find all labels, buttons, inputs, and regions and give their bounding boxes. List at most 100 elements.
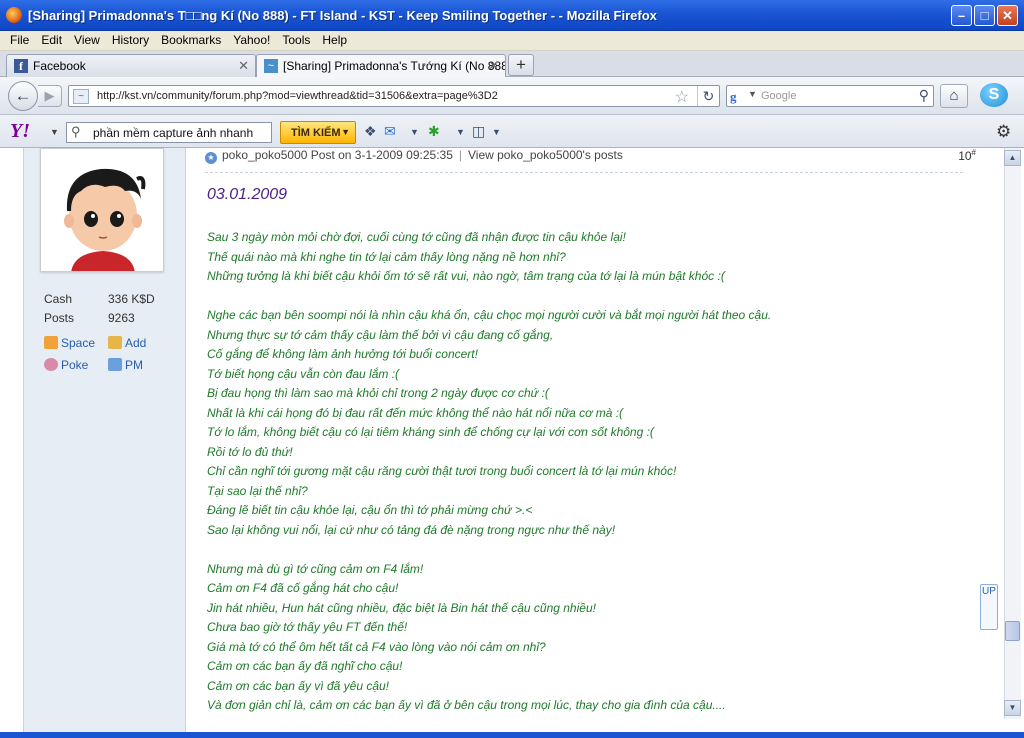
post-line: Chưa bao giờ tớ thấy yêu FT đến thế!: [207, 620, 408, 634]
tab-kst-thread[interactable]: ~ [Sharing] Primadonna's Tướng Kí (No 88…: [256, 54, 506, 78]
chevron-down-icon[interactable]: ▼: [456, 127, 465, 145]
post-line: Thế quái nào mà khi nghe tin tớ lại cảm …: [207, 249, 566, 264]
poke-link[interactable]: Poke: [44, 358, 88, 372]
avatar[interactable]: [40, 148, 164, 272]
menu-edit[interactable]: Edit: [35, 31, 68, 47]
yahoo-search-button[interactable]: TÌM KIẾM ▼: [280, 121, 356, 144]
firefox-logo-icon: [6, 7, 22, 23]
floor-suffix: #: [971, 148, 976, 157]
pm-link[interactable]: PM: [108, 358, 143, 372]
scrollbar-thumb[interactable]: [1005, 621, 1020, 641]
post-line: Cảm ơn các bạn ấy đã nghĩ cho cậu!: [207, 659, 403, 673]
tab-close-icon[interactable]: ✕: [488, 58, 499, 74]
chevron-down-icon[interactable]: ▼: [341, 127, 350, 137]
menu-yahoo[interactable]: Yahoo!: [227, 31, 276, 47]
maximize-button[interactable]: □: [974, 5, 995, 26]
home-icon[interactable]: ⌂: [940, 84, 968, 108]
separator-icon: ❖: [364, 123, 377, 139]
forward-arrow-icon[interactable]: ▶: [38, 85, 62, 107]
tab-bar: f Facebook ✕ ~ [Sharing] Primadonna's Tư…: [0, 51, 1024, 78]
avatar-illustration: [41, 149, 163, 271]
handshake-icon: [108, 336, 122, 349]
chevron-down-icon[interactable]: ▼: [748, 89, 757, 99]
post-author-sidebar: Cash 336 K$D Posts 9263 Space Add Poke P…: [24, 148, 186, 738]
post-date-heading: 03.01.2009: [207, 186, 288, 203]
gear-icon[interactable]: ⚙: [996, 122, 1011, 142]
cash-label: Cash: [44, 292, 73, 306]
post-line: Cảm ơn các bạn ấy vì đã yêu cậu!: [207, 678, 390, 693]
online-status-icon: ★: [205, 152, 217, 164]
search-input[interactable]: Google: [761, 90, 796, 102]
web-search-bar[interactable]: g ▼ Google ⚲: [726, 85, 934, 107]
menu-help[interactable]: Help: [316, 31, 353, 47]
post-line: Và đơn giản chỉ là, cảm ơn các bạn ấy vì…: [207, 698, 726, 712]
google-icon[interactable]: g: [730, 89, 748, 104]
post-line: Những tưởng là khi biết cậu khỏi ốm tớ s…: [207, 269, 725, 283]
home-icon: [44, 336, 58, 349]
menu-view[interactable]: View: [68, 31, 106, 47]
magnifier-icon: ⚲: [71, 124, 81, 139]
space-link[interactable]: Space: [44, 336, 95, 350]
kst-site-icon: ~: [73, 89, 89, 104]
view-author-posts-link[interactable]: View poko_poko5000's posts: [468, 148, 623, 162]
menu-file[interactable]: File: [0, 31, 35, 47]
poke-label: Poke: [61, 358, 89, 372]
yahoo-logo-icon[interactable]: Y!: [10, 120, 30, 143]
add-label: Add: [125, 336, 147, 350]
poke-icon: [44, 358, 58, 371]
messenger-icon[interactable]: ✱: [428, 123, 440, 141]
url-text[interactable]: http://kst.vn/community/forum.php?mod=vi…: [97, 90, 498, 102]
tab-close-icon[interactable]: ✕: [238, 58, 249, 74]
skype-icon[interactable]: S: [978, 81, 1012, 111]
header-divider: |: [458, 148, 462, 162]
post-body: ★ poko_poko5000 Post on 3-1-2009 09:25:35…: [187, 148, 978, 738]
post-floor-number: 10#: [958, 148, 976, 163]
magnifier-icon[interactable]: ⚲: [919, 87, 929, 104]
post-line: Tớ lo lắm, không biết cậu có lại tiêm kh…: [207, 425, 654, 439]
post-timestamp: Post on 3-1-2009 09:25:35: [310, 148, 453, 162]
kst-site-icon: ~: [264, 59, 278, 73]
close-button[interactable]: ✕: [997, 5, 1018, 26]
window-title: [Sharing] Primadonna's T□□ng Kí (No 888)…: [28, 8, 657, 23]
yahoo-search-value[interactable]: phần mềm capture ảnh nhanh: [93, 126, 253, 140]
tab-facebook[interactable]: f Facebook ✕: [6, 54, 256, 77]
menu-tools[interactable]: Tools: [276, 31, 316, 47]
post-line: Tại sao lại thế nhỉ?: [207, 483, 308, 498]
cash-value: 336 K$D: [108, 292, 155, 306]
post-line: Bị đau họng thì làm sao mà khỏi chỉ tron…: [207, 386, 549, 400]
bookmark-star-icon[interactable]: ☆: [675, 87, 689, 107]
bookmarks-icon[interactable]: ◫: [472, 123, 485, 141]
post-author-link[interactable]: poko_poko5000: [222, 148, 307, 162]
post-line: Cảm ơn F4 đã cố gắng hát cho cậu!: [207, 581, 399, 595]
reload-icon[interactable]: ↻: [697, 86, 719, 106]
post-line: Sau 3 ngày mòn mỏi chờ đợi, cuối cùng tớ…: [207, 230, 626, 244]
url-bar[interactable]: ~ http://kst.vn/community/forum.php?mod=…: [68, 85, 720, 107]
back-arrow-icon[interactable]: ←: [8, 81, 38, 111]
space-label: Space: [61, 336, 96, 350]
post-text: Sau 3 ngày mòn mỏi chờ đợi, cuối cùng tớ…: [207, 228, 967, 716]
chevron-down-icon[interactable]: ▼: [410, 127, 419, 145]
yahoo-toolbar: Y! ▼ ⚲ phần mềm capture ảnh nhanh TÌM KI…: [0, 115, 1024, 148]
new-tab-button[interactable]: +: [508, 54, 534, 76]
post-line: Nhưng thực sự tớ cảm thấy cậu làm thế bở…: [207, 327, 554, 342]
post-line: Jin hát nhiều, Hun hát cũng nhiều, đặc b…: [207, 600, 596, 615]
chevron-down-icon[interactable]: ▼: [50, 127, 59, 137]
add-friend-link[interactable]: Add: [108, 336, 146, 350]
minimize-button[interactable]: –: [951, 5, 972, 26]
floor-number: 10: [958, 149, 972, 163]
page-margin: [0, 148, 24, 738]
scroll-up-arrow-icon[interactable]: ▲: [1004, 150, 1021, 166]
window-bottom-border: [0, 732, 1024, 738]
menu-history[interactable]: History: [106, 31, 155, 47]
mail-icon[interactable]: ✉: [384, 123, 396, 141]
header-divider-line: [205, 172, 963, 173]
back-to-top-button[interactable]: UP: [980, 584, 998, 630]
post-line: Nghe các bạn bên soompi nói là nhìn cậu …: [207, 308, 772, 322]
scroll-down-arrow-icon[interactable]: ▼: [1004, 700, 1021, 716]
menu-bookmarks[interactable]: Bookmarks: [155, 31, 227, 47]
post-line: [207, 540, 967, 560]
menu-bar: File Edit View History Bookmarks Yahoo! Tools H…: [0, 31, 1024, 51]
yahoo-search-input[interactable]: ⚲ phần mềm capture ảnh nhanh: [66, 122, 272, 143]
post-line: Nhất là khi cái họng đó bị đau rất đến m…: [207, 405, 624, 420]
chevron-down-icon[interactable]: ▼: [492, 127, 501, 145]
